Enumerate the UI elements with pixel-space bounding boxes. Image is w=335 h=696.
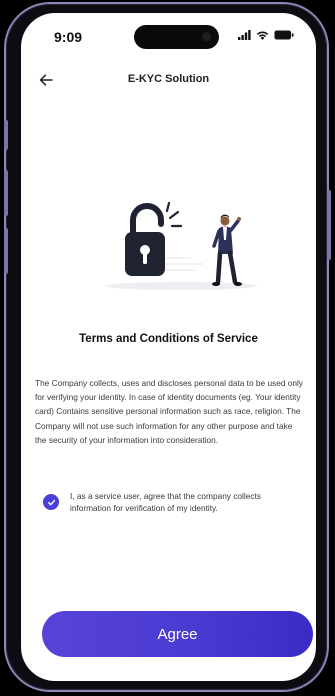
- mute-switch: [4, 120, 8, 150]
- status-time: 9:09: [54, 29, 83, 45]
- signal-icon: [238, 30, 251, 40]
- app-screen: 9:09 E-KYC Solution Terms and Conditions…: [21, 13, 316, 681]
- page-title: E-KYC Solution: [127, 73, 210, 85]
- dynamic-island: [134, 25, 219, 49]
- unlocked-padlock-illustration: [105, 201, 257, 290]
- terms-heading: Terms and Conditions of Service: [79, 333, 258, 345]
- consent-label: I, as a service user, agree that the com…: [70, 491, 261, 514]
- power-button: [327, 190, 331, 260]
- status-icons: [238, 30, 294, 40]
- volume-up-button: [4, 170, 8, 216]
- consent-checkbox[interactable]: [43, 494, 59, 510]
- checkmark-icon: [47, 499, 55, 505]
- consent-row[interactable]: I, as a service user, agree that the com…: [43, 490, 303, 514]
- terms-paragraph: The Company collects, uses and discloses…: [35, 378, 303, 445]
- agree-button[interactable]: Agree: [42, 611, 313, 657]
- wifi-icon: [256, 31, 269, 40]
- volume-down-button: [4, 228, 8, 274]
- battery-icon: [274, 30, 294, 40]
